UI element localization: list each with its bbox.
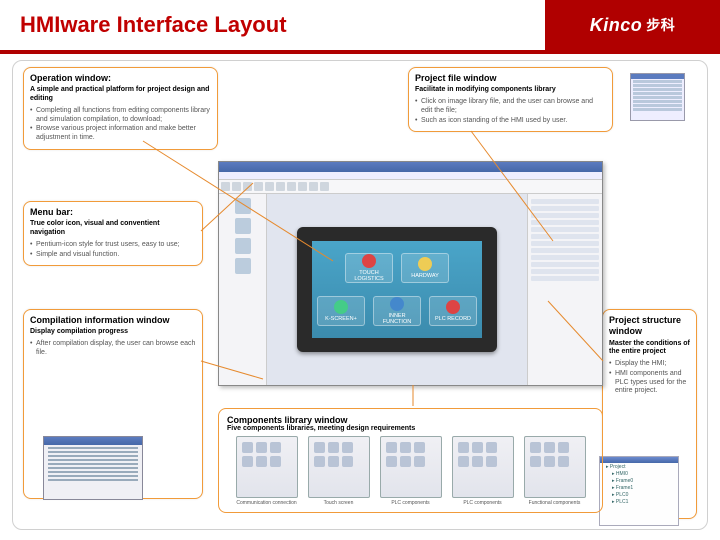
brand-name: Kinco [590, 15, 643, 36]
hmi-screen: TOUCH LOGISTICS HARDWAY K-SCREEN+ INNER … [312, 241, 482, 338]
bullet: HMI components and PLC types used for th… [609, 370, 690, 396]
bullet: Completing all functions from editing co… [30, 107, 211, 125]
component-card: Functional components [524, 436, 586, 506]
callout-subtitle: A simple and practical platform for proj… [30, 86, 211, 104]
hmi-label: K-SCREEN+ [325, 316, 357, 322]
menubar [219, 172, 602, 180]
hmi-button: HARDWAY [401, 253, 449, 283]
callout-subtitle: Facilitate in modifying components libra… [415, 86, 606, 95]
right-panel [527, 194, 602, 385]
toolbar-icon [254, 182, 263, 191]
hmi-device: TOUCH LOGISTICS HARDWAY K-SCREEN+ INNER … [297, 227, 497, 352]
compilation-window-thumbnail [43, 436, 143, 500]
hmi-button: PLC RECORD [429, 296, 477, 326]
divider [0, 50, 720, 54]
bullet: Browse various project information and m… [30, 125, 211, 143]
callout-subtitle: True color icon, visual and conventient … [30, 220, 196, 238]
project-file-thumbnail [630, 73, 685, 121]
callout-title: Project structure window [609, 315, 690, 338]
component-label: Communication connection [236, 500, 298, 506]
hmi-label: PLC RECORD [435, 316, 471, 322]
toolbar-icon [287, 182, 296, 191]
bullet: Such as icon standing of the HMI used by… [415, 117, 606, 126]
page-title: HMIware Interface Layout [20, 12, 287, 38]
hmi-label: HARDWAY [411, 273, 439, 279]
toolbar-icon [298, 182, 307, 191]
hmi-button: K-SCREEN+ [317, 296, 365, 326]
titlebar [219, 162, 602, 172]
toolbar-icon [265, 182, 274, 191]
callout-title: Components library window [227, 415, 594, 425]
callout-subtitle: Master the conditions of the entire proj… [609, 340, 690, 358]
callout-subtitle: Five components libraries, meeting desig… [227, 425, 594, 432]
component-card: Communication connection [236, 436, 298, 506]
bullet: Pentium-icon style for trust users, easy… [30, 241, 196, 250]
palette-icon [235, 198, 251, 214]
callout-project-file: Project file window Facilitate in modify… [408, 67, 613, 132]
toolbar-icon [309, 182, 318, 191]
bullet: Display the HMI; [609, 360, 690, 369]
canvas-area: TOUCH LOGISTICS HARDWAY K-SCREEN+ INNER … [267, 194, 527, 385]
palette-icon [235, 258, 251, 274]
bullet: Simple and visual function. [30, 251, 196, 260]
callout-title: Menu bar: [30, 207, 196, 218]
component-label: PLC components [452, 500, 514, 506]
hmi-button: TOUCH LOGISTICS [345, 253, 393, 283]
brand-logo: Kinco 步科 [545, 0, 720, 50]
component-label: Functional components [524, 500, 586, 506]
toolbar-icon [232, 182, 241, 191]
toolbar-icon [221, 182, 230, 191]
component-card: Touch screen [308, 436, 370, 506]
callout-subtitle: Display compilation progress [30, 328, 196, 337]
hmi-label: INNER FUNCTION [374, 313, 420, 325]
component-label: Touch screen [308, 500, 370, 506]
component-card: PLC components [452, 436, 514, 506]
project-tree-thumbnail: ▸ Project ▸ HMI0 ▸ Frame0 ▸ Frame1 ▸ PLC… [599, 456, 679, 526]
component-label: PLC components [380, 500, 442, 506]
callout-title: Project file window [415, 73, 606, 84]
callout-components-library: Components library window Five component… [218, 408, 603, 513]
hmi-label: TOUCH LOGISTICS [346, 270, 392, 282]
toolbar-icon [243, 182, 252, 191]
hmi-button: INNER FUNCTION [373, 296, 421, 326]
toolbar-icon [276, 182, 285, 191]
bullet: After compilation display, the user can … [30, 340, 196, 358]
toolbar-icon [320, 182, 329, 191]
palette-icon [235, 218, 251, 234]
callout-title: Operation window: [30, 73, 211, 84]
palette-icon [235, 238, 251, 254]
brand-cn: 步科 [646, 15, 675, 35]
callout-operation: Operation window: A simple and practical… [23, 67, 218, 150]
content-frame: Operation window: A simple and practical… [12, 60, 708, 530]
bullet: Click on image library file, and the use… [415, 98, 606, 116]
left-panel [219, 194, 267, 385]
component-card: PLC components [380, 436, 442, 506]
toolbar [219, 180, 602, 194]
callout-title: Compilation information window [30, 315, 196, 326]
operation-window-screenshot: TOUCH LOGISTICS HARDWAY K-SCREEN+ INNER … [218, 161, 603, 386]
callout-menu-bar: Menu bar: True color icon, visual and co… [23, 201, 203, 266]
